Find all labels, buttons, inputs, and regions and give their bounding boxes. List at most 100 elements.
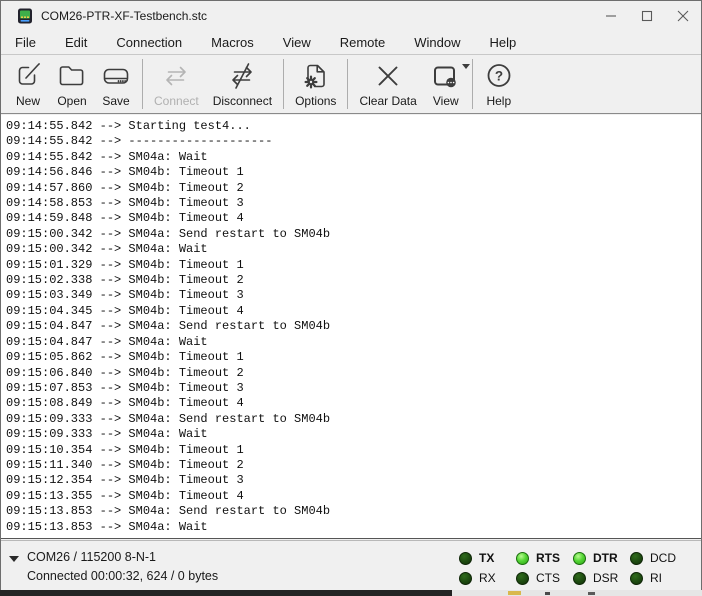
- signal-indicators: TX RX RTS CTS DTR DSR: [459, 550, 687, 586]
- terminal-line: 09:15:04.345 --> SM04b: Timeout 4: [6, 304, 697, 319]
- connection-status: COM26 / 115200 8-N-1 Connected 00:00:32,…: [27, 548, 218, 586]
- terminal-line: 09:15:06.840 --> SM04b: Timeout 2: [6, 366, 697, 381]
- maximize-button[interactable]: [629, 1, 665, 31]
- indicator-ri: RI: [630, 570, 687, 586]
- background-speck: [508, 591, 521, 595]
- cts-label: CTS: [536, 571, 560, 585]
- background-strip: [0, 590, 702, 596]
- connection-stats-text: Connected 00:00:32, 624 / 0 bytes: [27, 567, 218, 586]
- terminal-line: 09:15:11.340 --> SM04b: Timeout 2: [6, 458, 697, 473]
- rx-label: RX: [479, 571, 496, 585]
- menu-remote[interactable]: Remote: [340, 35, 386, 50]
- terminal-line: 09:14:55.842 --> SM04a: Wait: [6, 150, 697, 165]
- terminal-line: 09:15:00.342 --> SM04a: Wait: [6, 242, 697, 257]
- view-button[interactable]: View: [424, 58, 468, 110]
- tx-label: TX: [479, 551, 494, 565]
- app-window: COM26-PTR-XF-Testbench.stc File Edit Con…: [0, 0, 702, 590]
- clear-data-button[interactable]: Clear Data: [352, 58, 423, 110]
- connect-button[interactable]: Connect: [147, 58, 206, 110]
- terminal-line: 09:15:05.862 --> SM04b: Timeout 1: [6, 350, 697, 365]
- indicator-cts: CTS: [516, 570, 573, 586]
- menu-file[interactable]: File: [15, 35, 36, 50]
- dcd-label: DCD: [650, 551, 676, 565]
- disconnect-button[interactable]: Disconnect: [206, 58, 279, 110]
- svg-text:?: ?: [495, 69, 503, 84]
- menu-connection[interactable]: Connection: [116, 35, 182, 50]
- terminal-line: 09:15:13.853 --> SM04a: Wait: [6, 520, 697, 535]
- status-expander-icon[interactable]: [9, 556, 19, 562]
- toolbar-separator: [472, 59, 473, 109]
- open-button[interactable]: Open: [50, 58, 94, 110]
- background-strip-light: [452, 590, 702, 596]
- drive-save-icon: [101, 61, 131, 91]
- toolbar-separator: [283, 59, 284, 109]
- rts-label: RTS: [536, 551, 560, 565]
- menu-bar: File Edit Connection Macros View Remote …: [1, 31, 701, 54]
- terminal-line: 09:15:12.354 --> SM04b: Timeout 3: [6, 473, 697, 488]
- indicator-dtr[interactable]: DTR: [573, 550, 630, 566]
- options-button[interactable]: Options: [288, 58, 343, 110]
- window-title: COM26-PTR-XF-Testbench.stc: [41, 9, 207, 23]
- menu-macros[interactable]: Macros: [211, 35, 254, 50]
- dsr-led-icon: [573, 572, 586, 585]
- window-controls: [593, 1, 701, 31]
- indicator-tx: TX: [459, 550, 516, 566]
- toolbar: New Open Save Connec: [1, 54, 701, 114]
- help-button-label: Help: [486, 94, 511, 108]
- terminal-line: 09:15:13.355 --> SM04b: Timeout 4: [6, 489, 697, 504]
- close-icon: [677, 10, 689, 22]
- dtr-led-icon[interactable]: [573, 552, 586, 565]
- ri-label: RI: [650, 571, 662, 585]
- window-ellipsis-icon: [431, 61, 461, 91]
- tx-led-icon: [459, 552, 472, 565]
- terminal-line: 09:14:56.846 --> SM04b: Timeout 1: [6, 165, 697, 180]
- dcd-led-icon: [630, 552, 643, 565]
- close-button[interactable]: [665, 1, 701, 31]
- save-button-label: Save: [102, 94, 129, 108]
- x-cross-icon: [373, 61, 403, 91]
- terminal-line: 09:15:09.333 --> SM04a: Send restart to …: [6, 412, 697, 427]
- terminal-line: 09:15:04.847 --> SM04a: Wait: [6, 335, 697, 350]
- save-button[interactable]: Save: [94, 58, 138, 110]
- background-speck: [545, 592, 550, 595]
- toolbar-separator: [347, 59, 348, 109]
- arrows-exchange-slash-icon: [227, 61, 257, 91]
- terminal-log[interactable]: 09:14:55.842 --> Starting test4... 09:14…: [1, 115, 701, 539]
- app-icon: [17, 8, 33, 24]
- open-button-label: Open: [57, 94, 86, 108]
- status-bar: COM26 / 115200 8-N-1 Connected 00:00:32,…: [1, 540, 701, 590]
- question-circle-icon: ?: [484, 61, 514, 91]
- terminal-line: 09:15:01.329 --> SM04b: Timeout 1: [6, 258, 697, 273]
- new-button[interactable]: New: [6, 58, 50, 110]
- terminal-line: 09:15:09.333 --> SM04a: Wait: [6, 427, 697, 442]
- terminal-line: 09:15:03.349 --> SM04b: Timeout 3: [6, 288, 697, 303]
- page-gear-icon: [301, 61, 331, 91]
- menu-window[interactable]: Window: [414, 35, 460, 50]
- terminal-line: 09:15:07.853 --> SM04b: Timeout 3: [6, 381, 697, 396]
- background-strip-dark: [0, 590, 452, 596]
- terminal-line: 09:15:00.342 --> SM04a: Send restart to …: [6, 227, 697, 242]
- menu-view[interactable]: View: [283, 35, 311, 50]
- toolbar-separator: [142, 59, 143, 109]
- title-bar[interactable]: COM26-PTR-XF-Testbench.stc: [1, 1, 701, 31]
- indicator-dcd: DCD: [630, 550, 687, 566]
- minimize-button[interactable]: [593, 1, 629, 31]
- help-button[interactable]: ? Help: [477, 58, 521, 110]
- new-button-label: New: [16, 94, 40, 108]
- menu-help[interactable]: Help: [490, 35, 517, 50]
- cts-led-icon: [516, 572, 529, 585]
- menu-edit[interactable]: Edit: [65, 35, 87, 50]
- disconnect-button-label: Disconnect: [213, 94, 272, 108]
- indicator-rx: RX: [459, 570, 516, 586]
- ri-led-icon: [630, 572, 643, 585]
- minimize-icon: [605, 10, 617, 22]
- rts-led-icon[interactable]: [516, 552, 529, 565]
- terminal-line: 09:15:04.847 --> SM04a: Send restart to …: [6, 319, 697, 334]
- terminal-line: 09:14:58.853 --> SM04b: Timeout 3: [6, 196, 697, 211]
- terminal-line: 09:15:13.853 --> SM04a: Send restart to …: [6, 504, 697, 519]
- options-button-label: Options: [295, 94, 336, 108]
- rx-led-icon: [459, 572, 472, 585]
- maximize-icon: [641, 10, 653, 22]
- terminal-line: 09:14:55.842 --> Starting test4...: [6, 119, 697, 134]
- indicator-rts[interactable]: RTS: [516, 550, 573, 566]
